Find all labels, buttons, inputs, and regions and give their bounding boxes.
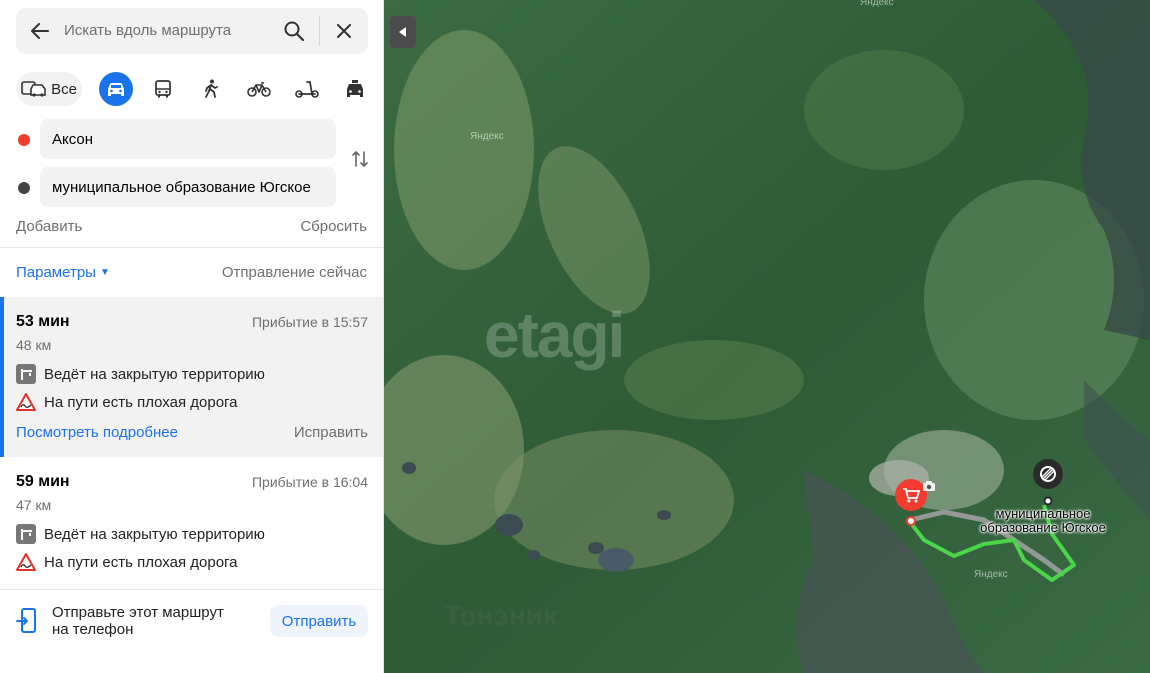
start-point-dot (18, 134, 30, 146)
route-arrival: Прибытие в 16:04 (251, 474, 368, 490)
search-bar[interactable]: Искать вдоль маршрута (16, 8, 368, 54)
send-button[interactable]: Отправить (270, 605, 368, 637)
warning-text: На пути есть плохая дорога (44, 553, 238, 571)
mode-bus-button[interactable] (148, 72, 178, 106)
search-input[interactable]: Искать вдоль маршрута (64, 22, 231, 39)
mode-all-label: Все (51, 80, 77, 98)
bus-icon (155, 80, 171, 98)
mode-car-button[interactable] (99, 72, 133, 106)
swap-icon[interactable] (349, 148, 371, 170)
scooter-icon (295, 81, 319, 98)
taxi-icon (347, 80, 363, 97)
departure-time[interactable]: Отправление сейчас (222, 264, 367, 281)
mode-all-button[interactable]: Все (16, 72, 82, 106)
back-arrow-icon[interactable] (28, 19, 52, 43)
end-point-dot (18, 182, 30, 194)
divider (0, 589, 383, 590)
reset-button[interactable]: Сбросить (300, 218, 367, 235)
barrier-icon (16, 364, 36, 384)
chevron-down-icon: ▼ (99, 267, 110, 278)
add-point-button[interactable]: Добавить (16, 218, 82, 235)
transport-modes: Все (16, 72, 368, 106)
route-option-2[interactable]: 59 мин Прибытие в 16:04 47 км Ведёт на з… (0, 457, 383, 589)
route-time: 59 мин (16, 473, 70, 490)
warning-text: Ведёт на закрытую территорию (44, 365, 265, 383)
watermark: etagi (484, 299, 625, 371)
bad-road-icon (16, 392, 36, 412)
route-panel: Искать вдоль маршрута Все Аксон муниципа… (0, 0, 384, 673)
map-attribution: Яндекс (470, 131, 504, 142)
from-field[interactable]: Аксон (40, 119, 336, 159)
pedestrian-icon (205, 79, 218, 98)
params-label: Параметры (16, 264, 96, 281)
send-to-phone: Отправьте этот маршрут на телефон Отправ… (0, 598, 383, 644)
barrier-icon (16, 524, 36, 544)
phone-icon (16, 608, 36, 633)
warning-bad-road: На пути есть плохая дорога (16, 392, 238, 412)
route-fix-link[interactable]: Исправить (294, 424, 368, 441)
params-button[interactable]: Параметры ▼ (16, 264, 110, 281)
satellite-map[interactable]: etagi Тонэник Яндекс Яндекс Яндекс муниц… (384, 0, 1150, 673)
route-distance: 47 км (16, 497, 52, 513)
to-field[interactable]: муниципальное образование Югское (40, 167, 336, 207)
warning-bad-road: На пути есть плохая дорога (16, 552, 238, 572)
warning-closed-territory: Ведёт на закрытую территорию (16, 364, 265, 384)
mode-bike-button[interactable] (244, 72, 274, 106)
map-attribution: Яндекс (860, 0, 894, 8)
car-bus-icon (21, 81, 46, 97)
watermark-bottom: Тонэник (444, 600, 557, 631)
route-details-link[interactable]: Посмотреть подробнее (16, 424, 178, 441)
warning-text: Ведёт на закрытую территорию (44, 525, 265, 543)
route-arrival: Прибытие в 15:57 (251, 314, 368, 330)
warning-closed-territory: Ведёт на закрытую территорию (16, 524, 265, 544)
divider (0, 247, 383, 248)
map-attribution: Яндекс (974, 569, 1008, 580)
bicycle-icon (247, 82, 271, 97)
route-distance: 48 км (16, 337, 52, 353)
warning-text: На пути есть плохая дорога (44, 393, 238, 411)
bad-road-icon (16, 552, 36, 572)
car-icon (108, 83, 124, 96)
mode-taxi-button[interactable] (340, 72, 370, 106)
search-icon[interactable] (282, 19, 306, 43)
camera-icon (923, 481, 935, 491)
route-time: 53 мин (16, 313, 70, 330)
search-divider (319, 16, 320, 46)
destination-marker[interactable] (1032, 458, 1064, 508)
mode-scooter-button[interactable] (292, 72, 322, 106)
destination-label: муниципальное образование Югское (980, 506, 1106, 535)
mode-walk-button[interactable] (196, 72, 226, 106)
collapse-panel-button[interactable] (390, 16, 416, 48)
chevron-left-icon (399, 27, 406, 37)
send-text: Отправьте этот маршрут на телефон (52, 604, 224, 638)
close-icon[interactable] (332, 19, 356, 43)
route-option-1[interactable]: 53 мин Прибытие в 15:57 48 км Ведёт на з… (0, 297, 383, 457)
